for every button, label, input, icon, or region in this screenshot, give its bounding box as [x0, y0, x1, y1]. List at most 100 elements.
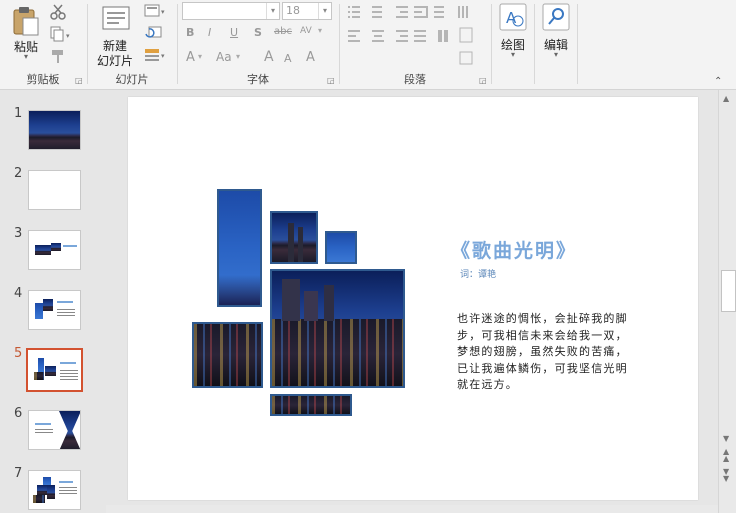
vertical-scrollbar[interactable]: ▲ ▼ ▲ ▲ ▼ ▼ — [718, 90, 736, 513]
dialog-launcher-icon[interactable]: ◲ — [327, 77, 335, 85]
reset-button[interactable] — [144, 26, 168, 43]
editing-button[interactable]: 编辑 ▾ — [538, 2, 574, 64]
text-shadow-button[interactable]: S — [254, 26, 262, 39]
slide-thumbnail-2[interactable] — [28, 170, 81, 210]
slide-thumbnail-6[interactable] — [28, 410, 81, 450]
slide-thumbnail-5[interactable] — [26, 348, 83, 392]
next-slide-icon[interactable]: ▼ ▼ — [723, 468, 729, 483]
thumbnail-text — [59, 487, 77, 495]
slide-photo-towers[interactable] — [270, 211, 318, 264]
tower-shape — [298, 227, 303, 262]
photo-shade — [219, 275, 260, 305]
change-case-button[interactable]: Aa — [216, 50, 232, 64]
strikethrough-button[interactable]: abc — [274, 26, 292, 37]
font-name-combo[interactable]: ▾ — [182, 2, 280, 20]
slide-photo-city-skyline[interactable] — [270, 269, 405, 388]
slide-photo-river-lights[interactable] — [192, 322, 263, 388]
horizontal-scrollbar[interactable] — [106, 505, 718, 513]
svg-text:▾: ▾ — [161, 8, 165, 16]
building-shape — [282, 279, 300, 321]
thumbnail-image — [59, 411, 80, 449]
svg-text:A: A — [506, 9, 517, 27]
slide-body-text[interactable]: 也许迷途的惆怅，会扯碎我的脚步，可我相信未来会给我一双，梦想的翅膀，虽然失败的苦… — [457, 311, 639, 394]
slide-photo-tall-tower[interactable] — [217, 189, 262, 307]
font-group: ▾ 18 ▾ B I U S abc AV ▾ A ▾ Aa ▾ A A A 字… — [178, 0, 338, 89]
chevron-down-icon: ▾ — [553, 50, 558, 59]
thumbnail-image — [35, 245, 51, 255]
slide-number: 7 — [14, 466, 23, 481]
section-button[interactable]: ▾ — [144, 48, 168, 65]
clear-formatting-button[interactable]: A — [306, 50, 315, 65]
underline-button[interactable]: U — [230, 26, 238, 39]
slide-thumbnail-3[interactable] — [28, 230, 81, 270]
grow-font-button[interactable]: A — [264, 49, 274, 65]
chevron-down-icon: ▾ — [510, 50, 515, 59]
italic-button[interactable]: I — [208, 26, 211, 39]
thumbnail-title — [57, 301, 73, 303]
font-group-label: 字体 — [247, 73, 269, 86]
chevron-down-icon[interactable]: ▾ — [198, 52, 202, 61]
slide-thumbnail-4[interactable] — [28, 290, 81, 330]
paragraph-group-label: 段落 — [404, 73, 426, 86]
thumbnail-title — [35, 423, 51, 425]
slide-thumbnail-7[interactable] — [28, 470, 81, 510]
slide-subtitle[interactable]: 词：谭艳 — [460, 267, 496, 280]
clipboard-group-label: 剪贴板 — [26, 73, 60, 86]
previous-slide-icon[interactable]: ▲ ▲ — [723, 448, 729, 463]
format-painter-icon[interactable] — [50, 48, 66, 64]
scrollbar-thumb[interactable] — [721, 270, 736, 312]
thumbnail-text — [57, 309, 75, 317]
slide-number: 6 — [14, 406, 23, 421]
paste-icon — [13, 7, 39, 36]
font-size-combo[interactable]: 18 ▾ — [282, 2, 332, 20]
new-slide-icon — [102, 6, 130, 30]
slide-number: 4 — [14, 286, 23, 301]
chevron-down-icon[interactable]: ▾ — [318, 3, 331, 19]
character-spacing-button[interactable]: AV — [300, 26, 312, 36]
slide-number: 1 — [14, 106, 23, 121]
thumbnail-text — [35, 429, 53, 435]
divider — [491, 4, 492, 84]
scroll-down-icon[interactable]: ▼ — [723, 434, 729, 443]
chevron-down-icon[interactable]: ▾ — [236, 52, 240, 61]
slides-group: 新建 幻灯片 ▾ ▾ 幻灯片 — [88, 0, 176, 89]
building-shape — [324, 285, 334, 321]
thumbnail-image — [43, 299, 53, 311]
layout-icon: ▾ — [144, 4, 165, 17]
collapse-ribbon-icon[interactable]: ⌃ — [714, 76, 722, 87]
find-icon — [542, 3, 570, 31]
current-slide[interactable] — [128, 97, 698, 500]
dialog-launcher-icon[interactable]: ◲ — [75, 77, 83, 85]
shrink-font-button[interactable]: A — [284, 52, 292, 65]
slide-photo-sky-square[interactable] — [325, 231, 357, 264]
slide-number: 2 — [14, 166, 23, 181]
scroll-up-icon[interactable]: ▲ — [723, 94, 729, 103]
thumbnail-image — [29, 111, 80, 149]
thumbnail-image — [35, 303, 43, 319]
clipboard-group: 粘贴 ▾ ▾ 剪贴板 ◲ — [0, 0, 86, 89]
drawing-button[interactable]: A 绘图 ▾ — [494, 2, 532, 64]
divider — [534, 4, 535, 84]
slide-thumbnail-1[interactable] — [28, 110, 81, 150]
thumbnail-image — [33, 495, 45, 503]
slide-thumbnail-pane: 1 2 3 4 5 6 7 — [0, 90, 104, 513]
cut-icon[interactable] — [50, 4, 66, 20]
bold-button[interactable]: B — [186, 26, 194, 39]
layout-button[interactable]: ▾ — [144, 4, 168, 21]
slide-photo-strip[interactable] — [270, 394, 352, 416]
shapes-icon: A — [499, 3, 527, 31]
ribbon: 粘贴 ▾ ▾ 剪贴板 ◲ 新建 幻灯片 ▾ ▾ 幻灯片 ▾ 18 ▾ B I U… — [0, 0, 736, 90]
copy-icon[interactable]: ▾ — [50, 26, 72, 42]
chevron-down-icon[interactable]: ▾ — [318, 26, 322, 35]
dialog-launcher-icon[interactable]: ◲ — [479, 77, 487, 85]
thumbnail-image — [43, 477, 51, 485]
chevron-down-icon[interactable]: ▾ — [266, 3, 279, 19]
tower-shape — [288, 223, 294, 262]
thumbnail-image — [45, 366, 56, 376]
slides-group-label: 幻灯片 — [115, 73, 149, 86]
paste-button[interactable]: 粘贴 ▾ — [6, 4, 46, 61]
paragraph-tools[interactable] — [344, 4, 484, 70]
slide-title[interactable]: 《歌曲光明》 — [451, 236, 577, 263]
font-color-button[interactable]: A — [186, 50, 195, 65]
new-slide-button[interactable]: 新建 幻灯片 — [90, 4, 140, 68]
